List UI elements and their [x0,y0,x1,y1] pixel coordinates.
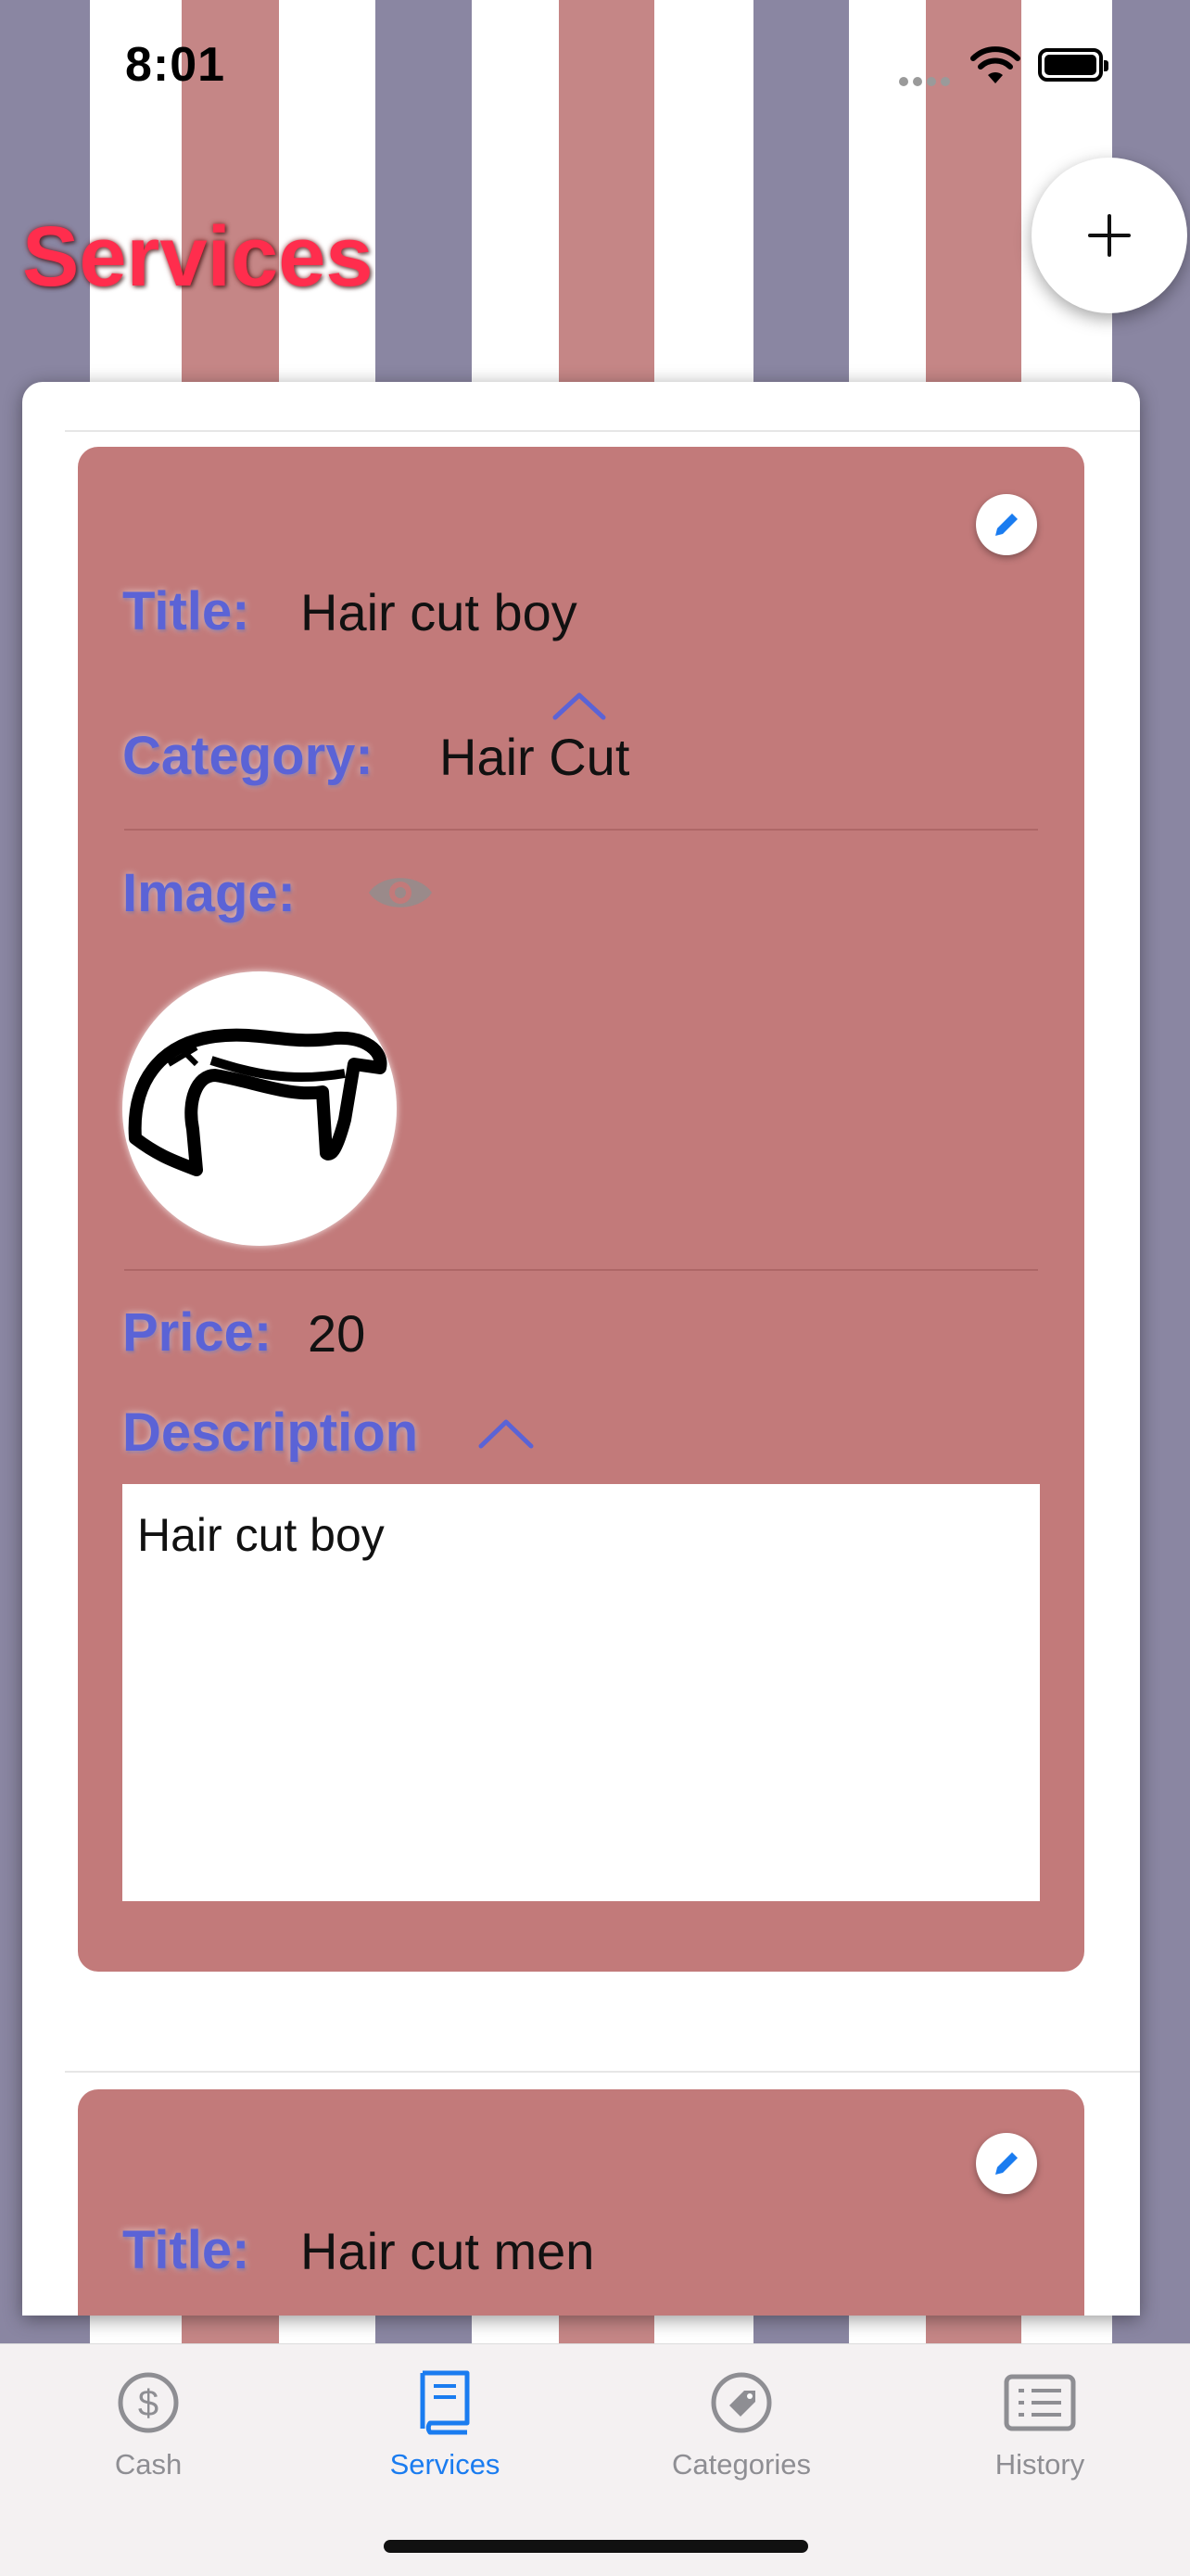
tab-cash[interactable]: $ Cash [56,2363,241,2481]
cellular-signal-icon [899,74,956,86]
book-icon [420,2370,470,2435]
divider [124,829,1038,831]
list-separator [65,430,1140,432]
price-value: 20 [308,1304,366,1363]
chevron-up-icon[interactable] [476,1415,536,1452]
service-image [122,971,397,1246]
wifi-icon [970,46,1020,83]
tab-categories[interactable]: Categories [649,2363,834,2481]
eye-icon[interactable] [365,869,436,916]
status-time: 8:01 [125,38,226,92]
pencil-icon [995,2152,1018,2175]
image-label: Image: [122,863,296,923]
tab-label: Services [389,2448,500,2481]
home-indicator[interactable] [384,2540,808,2553]
pencil-icon [995,514,1018,536]
title-value: Hair cut boy [300,583,577,641]
plus-icon [1088,214,1131,257]
title-label: Title: [122,2220,250,2280]
add-service-button[interactable] [1032,158,1187,313]
page-title: Services [22,209,373,304]
tab-label: Categories [672,2448,811,2481]
description-field[interactable]: Hair cut boy [122,1484,1040,1901]
svg-text:$: $ [138,2383,158,2424]
services-list[interactable]: Title: Hair cut boy Category: Hair Cut I… [22,382,1140,2316]
edit-button[interactable] [976,494,1037,555]
category-value: Hair Cut [439,728,630,786]
tag-icon [711,2372,772,2433]
battery-icon [1038,48,1108,82]
description-label: Description [122,1402,419,1463]
tab-label: History [994,2448,1085,2481]
service-card: Title: Hair cut boy Category: Hair Cut I… [78,447,1084,1972]
title-value: Hair cut men [300,2222,595,2280]
list-separator [65,2071,1140,2073]
dollar-circle-icon: $ [118,2372,179,2433]
tab-services[interactable]: Services [352,2363,538,2481]
edit-button[interactable] [976,2133,1037,2194]
chevron-up-icon[interactable] [551,690,607,721]
title-label: Title: [122,581,250,641]
list-icon [1004,2374,1076,2431]
tab-history[interactable]: History [947,2363,1133,2481]
tab-label: Cash [114,2448,183,2481]
description-text: Hair cut boy [137,1509,385,1561]
category-label: Category: [122,726,373,786]
hair-icon [128,1028,387,1176]
price-label: Price: [122,1302,272,1363]
divider [124,1269,1038,1271]
service-card: Title: Hair cut men [78,2089,1084,2316]
